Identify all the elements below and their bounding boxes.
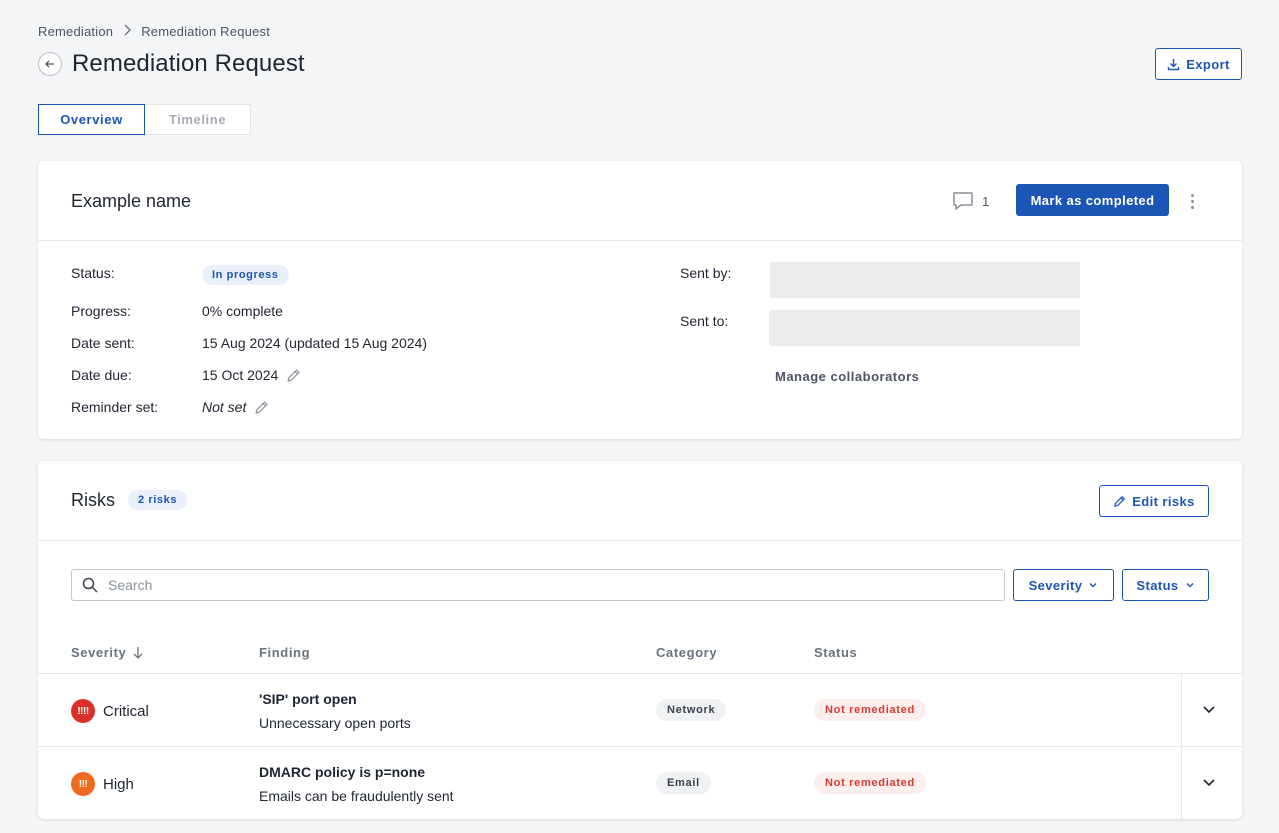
breadcrumb-root-link[interactable]: Remediation bbox=[38, 24, 113, 39]
more-options-icon[interactable] bbox=[1184, 190, 1200, 212]
status-badge: Not remediated bbox=[814, 772, 926, 794]
edit-risks-button[interactable]: Edit risks bbox=[1099, 485, 1209, 517]
reminder-text: Not set bbox=[202, 399, 247, 415]
comment-count: 1 bbox=[982, 193, 990, 209]
back-button[interactable] bbox=[38, 52, 62, 76]
progress-label: Progress: bbox=[71, 303, 131, 319]
sent-by-placeholder bbox=[770, 262, 1080, 298]
severity-label: High bbox=[103, 775, 134, 793]
finding-title: DMARC policy is p=none bbox=[259, 764, 426, 780]
finding-title: 'SIP' port open bbox=[259, 691, 357, 707]
mark-completed-button[interactable]: Mark as completed bbox=[1016, 184, 1169, 216]
pencil-icon[interactable] bbox=[254, 400, 269, 415]
chevron-right-icon bbox=[123, 23, 132, 39]
date-due-text: 15 Oct 2024 bbox=[202, 367, 279, 383]
row-divider bbox=[1181, 674, 1182, 747]
reminder-value: Not set bbox=[202, 399, 269, 415]
severity-cell: !!!! Critical bbox=[71, 699, 149, 723]
finding-subtitle: Unnecessary open ports bbox=[259, 715, 411, 731]
tab-bar: Overview Timeline bbox=[38, 104, 251, 135]
status-filter-label: Status bbox=[1136, 577, 1179, 593]
chevron-down-icon[interactable] bbox=[1201, 701, 1217, 717]
request-card-header: Example name 1 Mark as completed bbox=[38, 161, 1242, 241]
download-icon bbox=[1168, 58, 1180, 70]
date-due-value: 15 Oct 2024 bbox=[202, 367, 301, 383]
severity-critical-icon: !!!! bbox=[71, 699, 95, 723]
severity-high-icon: !!! bbox=[71, 772, 95, 796]
sent-by-label: Sent by: bbox=[680, 265, 732, 281]
arrow-down-icon bbox=[133, 647, 143, 659]
request-name: Example name bbox=[71, 191, 192, 211]
chevron-down-icon[interactable] bbox=[1201, 774, 1217, 790]
status-badge: In progress bbox=[202, 265, 289, 285]
manage-collaborators-link[interactable]: Manage collaborators bbox=[775, 369, 919, 384]
sent-to-placeholder bbox=[769, 310, 1080, 346]
edit-risks-label: Edit risks bbox=[1132, 493, 1195, 509]
sent-to-label: Sent to: bbox=[680, 313, 729, 329]
table-row[interactable]: !!! High DMARC policy is p=none Emails c… bbox=[38, 746, 1242, 819]
tab-timeline[interactable]: Timeline bbox=[145, 104, 251, 135]
progress-value: 0% complete bbox=[202, 303, 283, 319]
search-icon bbox=[82, 577, 98, 593]
severity-filter-button[interactable]: Severity bbox=[1013, 569, 1114, 601]
column-header-severity[interactable]: Severity bbox=[71, 645, 144, 660]
export-button[interactable]: Export bbox=[1155, 48, 1242, 80]
status-label: Status: bbox=[71, 265, 115, 281]
table-row[interactable]: !!!! Critical 'SIP' port open Unnecessar… bbox=[38, 673, 1242, 747]
severity-filter-label: Severity bbox=[1028, 577, 1083, 593]
severity-label: Critical bbox=[103, 702, 149, 720]
finding-cell: 'SIP' port open Unnecessary open ports bbox=[259, 691, 411, 731]
date-due-label: Date due: bbox=[71, 367, 132, 383]
chevron-down-icon bbox=[1186, 583, 1194, 588]
risks-card: Risks 2 risks Edit risks Severity Status… bbox=[38, 461, 1242, 819]
status-badge: Not remediated bbox=[814, 699, 926, 721]
column-header-finding: Finding bbox=[259, 645, 311, 660]
chevron-down-icon bbox=[1089, 583, 1097, 588]
finding-subtitle: Emails can be fraudulently sent bbox=[259, 788, 454, 804]
column-header-category: Category bbox=[656, 645, 718, 660]
status-filter-button[interactable]: Status bbox=[1122, 569, 1209, 601]
breadcrumb: Remediation Remediation Request bbox=[38, 23, 270, 39]
finding-cell: DMARC policy is p=none Emails can be fra… bbox=[259, 764, 454, 804]
comment-icon bbox=[953, 192, 973, 210]
page-title: Remediation Request bbox=[72, 50, 305, 77]
category-badge: Network bbox=[656, 699, 727, 721]
status-value: In progress bbox=[202, 265, 289, 285]
column-header-severity-label: Severity bbox=[71, 645, 127, 660]
breadcrumb-current: Remediation Request bbox=[141, 23, 271, 39]
page-header: Remediation Request bbox=[38, 50, 305, 78]
search-field[interactable] bbox=[71, 569, 1005, 601]
pencil-icon bbox=[1114, 495, 1126, 507]
arrow-left-icon bbox=[45, 60, 54, 68]
reminder-label: Reminder set: bbox=[71, 399, 159, 415]
search-input[interactable] bbox=[108, 577, 988, 593]
comments-button[interactable]: 1 bbox=[951, 189, 989, 213]
risks-header: Risks 2 risks Edit risks bbox=[38, 461, 1242, 541]
risks-count-badge: 2 risks bbox=[128, 490, 188, 510]
severity-cell: !!! High bbox=[71, 772, 134, 796]
date-sent-value: 15 Aug 2024 (updated 15 Aug 2024) bbox=[202, 335, 427, 351]
category-badge: Email bbox=[656, 772, 711, 794]
tab-overview[interactable]: Overview bbox=[38, 104, 145, 135]
row-divider bbox=[1181, 747, 1182, 819]
column-header-status: Status bbox=[814, 645, 858, 660]
pencil-icon[interactable] bbox=[286, 368, 301, 383]
request-details-card: Example name 1 Mark as completed Status:… bbox=[38, 161, 1242, 439]
export-label: Export bbox=[1186, 56, 1230, 72]
date-sent-label: Date sent: bbox=[71, 335, 135, 351]
risks-title: Risks bbox=[71, 490, 115, 510]
